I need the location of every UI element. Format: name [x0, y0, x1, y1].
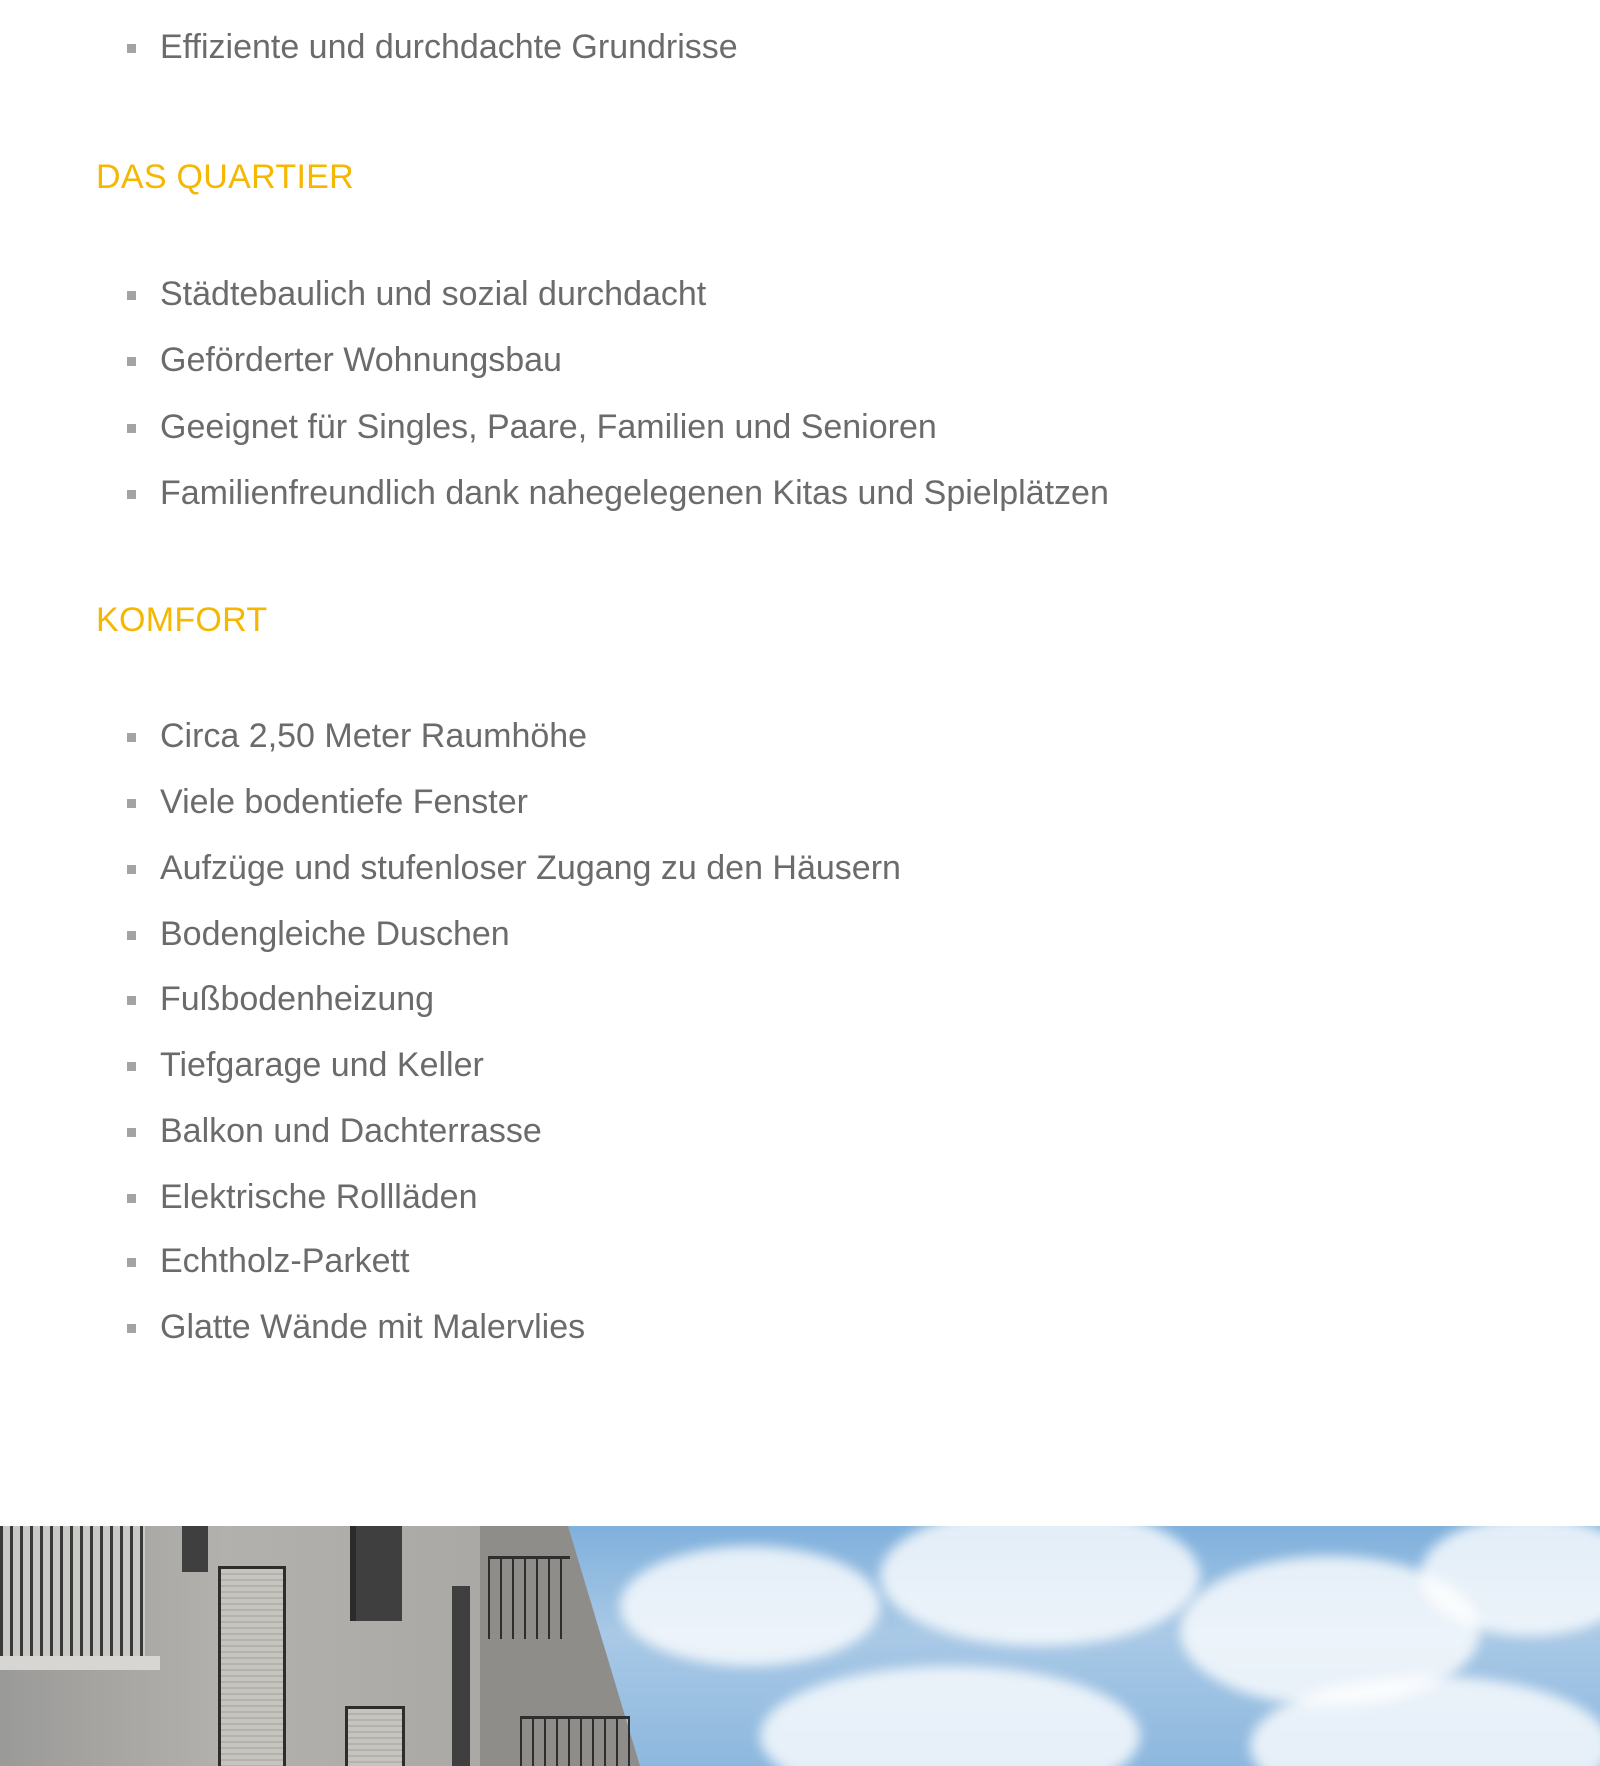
list-item: Geförderter Wohnungsbau [127, 340, 1109, 380]
list-item: Viele bodentiefe Fenster [127, 782, 901, 822]
window [350, 1526, 402, 1621]
window-shutter [345, 1706, 405, 1766]
list-item: Echtholz-Parkett [127, 1241, 901, 1281]
square-bullet-icon [127, 291, 136, 300]
balcony-railing [488, 1556, 570, 1639]
square-bullet-icon [127, 490, 136, 499]
section-heading-komfort: KOMFORT [96, 601, 268, 639]
list-item: Geeignet für Singles, Paare, Familien un… [127, 407, 1109, 447]
square-bullet-icon [127, 357, 136, 366]
list-item-text: Fußbodenheizung [160, 980, 435, 1018]
list-item: Balkon und Dachterrasse [127, 1111, 901, 1151]
square-bullet-icon [127, 424, 136, 433]
list-item: Elektrische Rollläden [127, 1177, 901, 1217]
page: Effiziente und durchdachte Grundrisse DA… [0, 0, 1600, 1766]
square-bullet-icon [127, 733, 136, 742]
list-item-text: Bodengleiche Duschen [160, 915, 510, 953]
square-bullet-icon [127, 1324, 136, 1333]
cloud [880, 1526, 1200, 1646]
list-item: Circa 2,50 Meter Raumhöhe [127, 716, 901, 756]
square-bullet-icon [127, 931, 136, 940]
cloud [620, 1546, 880, 1666]
square-bullet-icon [127, 1128, 136, 1137]
list-item: Glatte Wände mit Malervlies [127, 1307, 901, 1347]
section-heading-quartier: DAS QUARTIER [96, 158, 355, 196]
square-bullet-icon [127, 1062, 136, 1071]
list-item-text: Geeignet für Singles, Paare, Familien un… [160, 408, 937, 446]
balcony-slab [0, 1656, 160, 1670]
list-item: Familienfreundlich dank nahegelegenen Ki… [127, 473, 1109, 513]
list-item: Bodengleiche Duschen [127, 914, 901, 954]
balcony-railing [0, 1526, 145, 1656]
window [182, 1526, 208, 1572]
building-photo [0, 1526, 1600, 1766]
square-bullet-icon [127, 44, 136, 53]
balcony-railing [520, 1716, 630, 1766]
list-item-text: Glatte Wände mit Malervlies [160, 1308, 586, 1346]
list-item-text: Viele bodentiefe Fenster [160, 783, 528, 821]
list-item-text: Tiefgarage und Keller [160, 1046, 484, 1084]
list-item: Effiziente und durchdachte Grundrisse [127, 27, 738, 67]
list-item-text: Familienfreundlich dank nahegelegenen Ki… [160, 474, 1109, 512]
cloud [760, 1666, 1140, 1766]
features-list-komfort: Circa 2,50 Meter Raumhöhe Viele bodentie… [127, 716, 901, 1373]
list-item-text: Balkon und Dachterrasse [160, 1112, 542, 1150]
square-bullet-icon [127, 865, 136, 874]
features-list-top: Effiziente und durchdachte Grundrisse [127, 27, 738, 67]
list-item: Tiefgarage und Keller [127, 1045, 901, 1085]
features-list-quartier: Städtebaulich und sozial durchdacht Gefö… [127, 274, 1109, 539]
square-bullet-icon [127, 1258, 136, 1267]
list-item-text: Echtholz-Parkett [160, 1242, 410, 1280]
window [452, 1586, 470, 1766]
list-item: Aufzüge und stufenloser Zugang zu den Hä… [127, 848, 901, 888]
list-item-text: Elektrische Rollläden [160, 1178, 478, 1216]
list-item-text: Aufzüge und stufenloser Zugang zu den Hä… [160, 849, 901, 887]
list-item-text: Städtebaulich und sozial durchdacht [160, 275, 707, 313]
list-item-text: Geförderter Wohnungsbau [160, 341, 562, 379]
square-bullet-icon [127, 799, 136, 808]
square-bullet-icon [127, 996, 136, 1005]
list-item-text: Effiziente und durchdachte Grundrisse [160, 28, 738, 66]
list-item-text: Circa 2,50 Meter Raumhöhe [160, 717, 588, 755]
list-item: Städtebaulich und sozial durchdacht [127, 274, 1109, 314]
square-bullet-icon [127, 1194, 136, 1203]
window-shutter [218, 1566, 286, 1766]
list-item: Fußbodenheizung [127, 979, 901, 1019]
